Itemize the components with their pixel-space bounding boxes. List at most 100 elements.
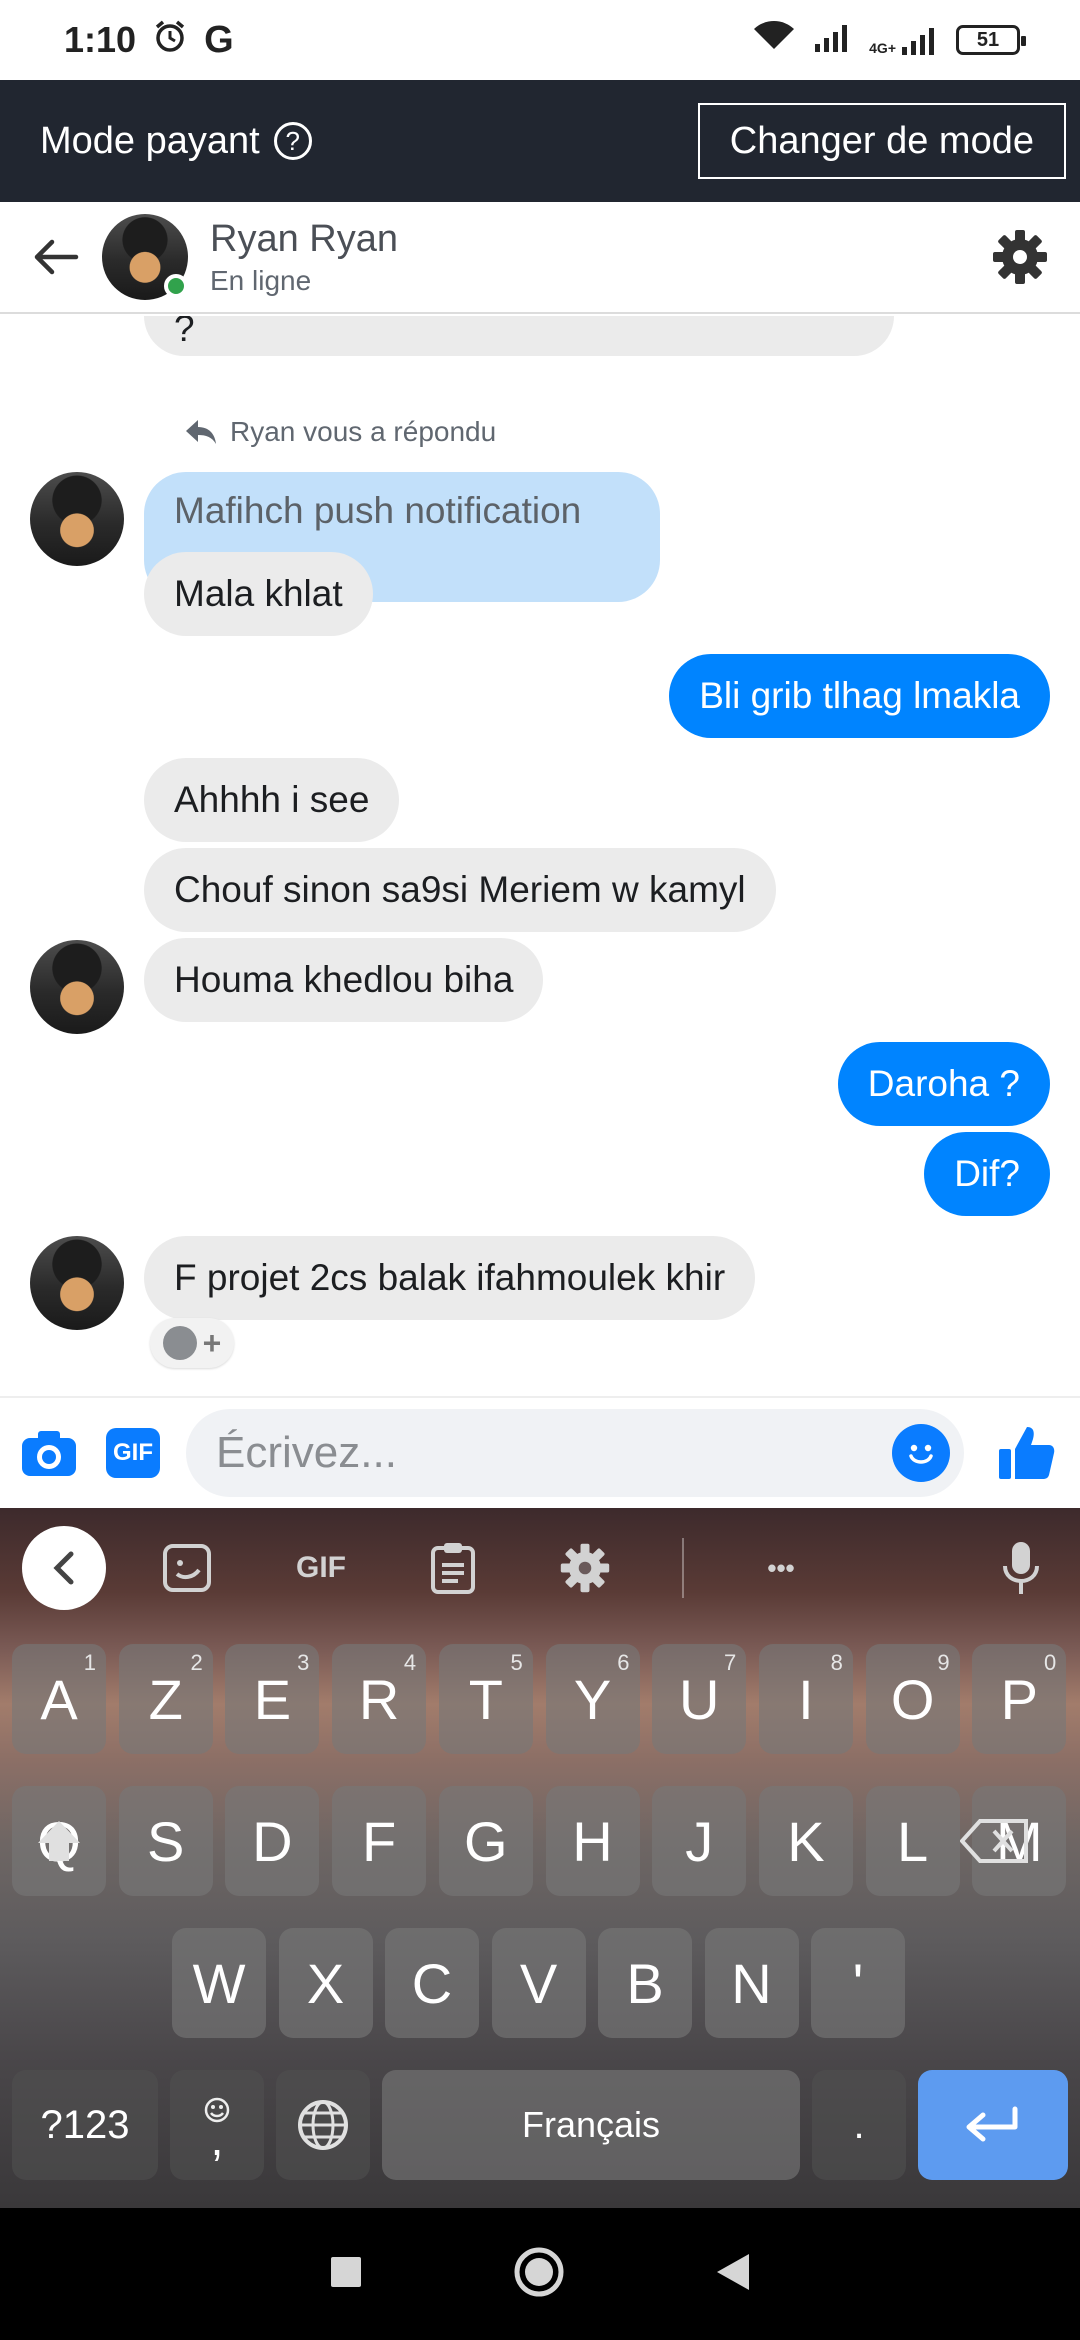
avatar[interactable] [102, 214, 188, 300]
message-text: F projet 2cs balak ifahmoulek khir [174, 1257, 726, 1298]
camera-icon[interactable] [18, 1422, 80, 1484]
space-key[interactable]: Français [382, 2070, 800, 2180]
back-arrow-icon[interactable] [28, 229, 84, 285]
key-s[interactable]: S [118, 1786, 213, 1896]
message-bubble[interactable]: Bli grib tlhag lmakla [669, 654, 1050, 738]
nav-back-icon[interactable] [715, 2252, 751, 2297]
key-c[interactable]: C [385, 1928, 479, 2038]
contact-info[interactable]: Ryan Ryan En ligne [210, 218, 398, 297]
key-w[interactable]: W [172, 1928, 266, 2038]
avatar[interactable] [30, 472, 124, 566]
key-a[interactable]: A1 [12, 1644, 106, 1754]
key-h[interactable]: H [545, 1786, 640, 1896]
key-e[interactable]: E3 [225, 1644, 320, 1754]
mic-icon[interactable] [984, 1531, 1058, 1605]
gif-button[interactable]: GIF [106, 1428, 160, 1478]
key-b[interactable]: B [598, 1928, 692, 2038]
message-text: Chouf sinon sa9si Meriem w kamyl [174, 869, 746, 910]
key-label: X [306, 1951, 345, 2015]
message-bubble[interactable]: Dif? [924, 1132, 1050, 1216]
key-z[interactable]: Z2 [118, 1644, 213, 1754]
enter-icon[interactable] [918, 2070, 1068, 2180]
sticker-icon[interactable] [150, 1531, 224, 1605]
settings-gear-icon[interactable] [988, 225, 1052, 289]
globe-icon[interactable] [276, 2070, 370, 2180]
google-icon: G [204, 18, 234, 61]
message-bubble[interactable]: Mala khlat [144, 552, 373, 636]
help-icon[interactable]: ? [273, 122, 312, 160]
key-i[interactable]: I8 [758, 1644, 853, 1754]
nav-home-icon[interactable] [513, 2246, 565, 2303]
emoji-icon[interactable] [892, 1424, 950, 1482]
contact-name: Ryan Ryan [210, 217, 398, 260]
signal-icon [813, 19, 853, 61]
message-bubble[interactable]: Daroha ? [837, 1042, 1050, 1126]
key-g[interactable]: G [438, 1786, 533, 1896]
key-label: J [685, 1809, 714, 1873]
change-mode-button[interactable]: Changer de mode [697, 103, 1066, 179]
backspace-icon[interactable] [922, 1786, 1068, 1896]
message-text: Mala khlat [174, 573, 343, 614]
chat-header: Ryan Ryan En ligne [0, 202, 1080, 314]
period-key[interactable]: . [812, 2070, 906, 2180]
key-r[interactable]: R4 [332, 1644, 427, 1754]
message-text: Ahhhh i see [174, 779, 370, 820]
mode-title: Mode payant [40, 119, 260, 162]
keyboard-toolbar: GIF ••• [0, 1508, 1080, 1628]
key-hint: 6 [617, 1650, 630, 1675]
key-j[interactable]: J [652, 1786, 747, 1896]
key-n[interactable]: N [704, 1928, 799, 2038]
message-input-container[interactable] [186, 1409, 964, 1497]
key-label: Y [573, 1667, 612, 1731]
add-reaction-button[interactable]: + [150, 1318, 234, 1368]
avatar[interactable] [30, 1236, 124, 1330]
key-f[interactable]: F [332, 1786, 427, 1896]
thumbs-up-icon[interactable] [992, 1418, 1062, 1488]
message-bubble[interactable]: Houma khedlou biha [144, 938, 544, 1022]
key-hint: 0 [1044, 1650, 1057, 1675]
message-list[interactable]: ? Ryan vous a répondu Mafihch push notif… [0, 316, 1080, 1394]
key-label: ' [852, 1951, 864, 2015]
key-label: U [678, 1667, 720, 1731]
key-o[interactable]: O9 [865, 1644, 960, 1754]
key-hint: 9 [937, 1650, 950, 1675]
message-bubble[interactable]: Ahhhh i see [144, 758, 400, 842]
avatar-image [30, 472, 124, 566]
more-options-icon[interactable]: ••• [744, 1531, 818, 1605]
keyboard-settings-icon[interactable] [548, 1531, 622, 1605]
clipboard-icon[interactable] [416, 1531, 490, 1605]
key-apostrophe[interactable]: ' [811, 1928, 905, 2038]
avatar[interactable] [30, 940, 124, 1034]
key-d[interactable]: D [225, 1786, 320, 1896]
key-u[interactable]: U7 [652, 1644, 747, 1754]
battery-icon: 51 [956, 25, 1026, 55]
mode-banner: Mode payant ? Changer de mode [0, 80, 1080, 202]
shift-icon[interactable] [12, 1786, 106, 1896]
key-label: R [358, 1667, 400, 1731]
key-x[interactable]: X [278, 1928, 373, 2038]
avatar-image [30, 940, 124, 1034]
message-input[interactable] [216, 1428, 892, 1478]
key-y[interactable]: Y6 [545, 1644, 640, 1754]
key-k[interactable]: K [758, 1786, 853, 1896]
symbols-key[interactable]: ?123 [12, 2070, 158, 2180]
key-p[interactable]: P0 [972, 1644, 1067, 1754]
key-label: N [731, 1951, 772, 2015]
emoji-face-icon [162, 1326, 197, 1360]
message-bubble[interactable]: Chouf sinon sa9si Meriem w kamyl [144, 848, 776, 932]
comma-key[interactable]: , [170, 2070, 264, 2180]
network-label: 4G+ [869, 40, 896, 56]
keyboard-gif-button[interactable]: GIF [284, 1531, 358, 1605]
message-bubble-partial[interactable]: ? [144, 316, 894, 356]
online-indicator [164, 274, 188, 298]
key-t[interactable]: T5 [438, 1644, 533, 1754]
key-v[interactable]: V [491, 1928, 586, 2038]
key-label: C [411, 1951, 453, 2015]
message-bubble[interactable]: F projet 2cs balak ifahmoulek khir [144, 1236, 756, 1320]
battery-level: 51 [976, 28, 1000, 51]
nav-recents-icon[interactable] [329, 2255, 363, 2294]
keyboard-back-icon[interactable] [22, 1526, 106, 1610]
avatar-image [30, 1236, 124, 1330]
key-label: Z [148, 1667, 183, 1731]
wifi-icon [751, 19, 797, 62]
